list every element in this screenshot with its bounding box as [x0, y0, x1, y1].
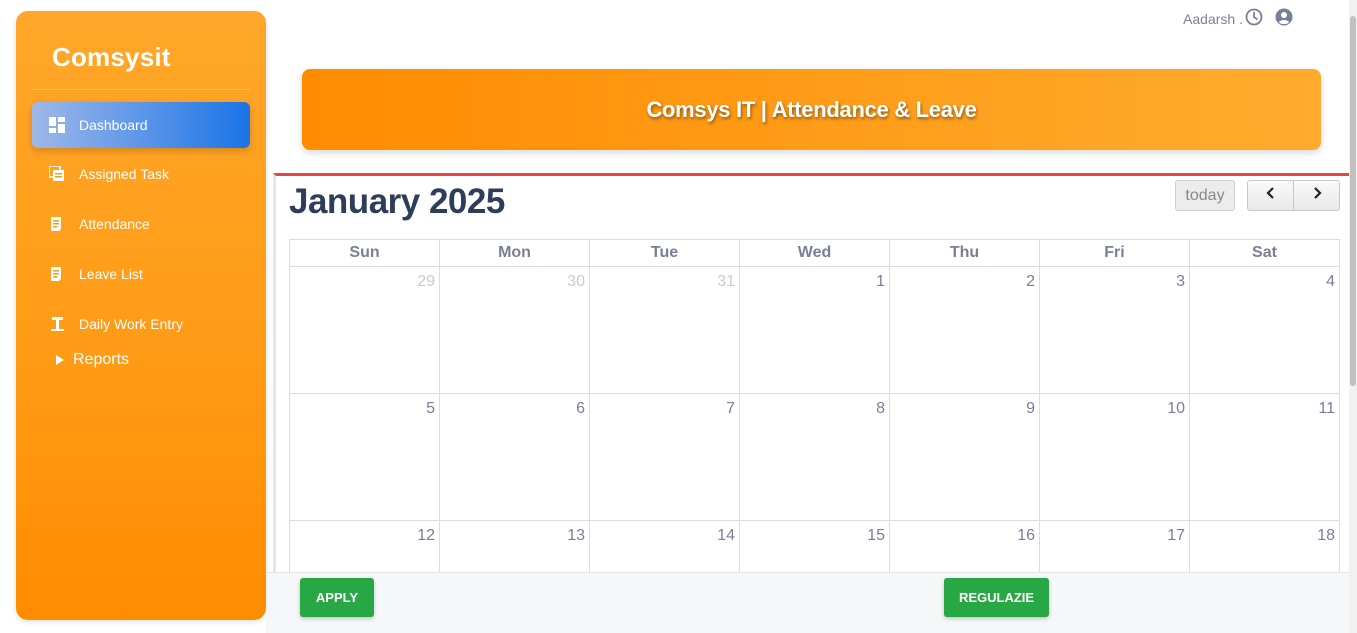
page-scrollbar[interactable] — [1349, 0, 1357, 633]
calendar-day-cell[interactable]: 30 — [439, 266, 590, 394]
sidebar-item-assigned-task[interactable]: Assigned Task — [32, 151, 250, 197]
calendar-day-cell[interactable]: 2 — [889, 266, 1040, 394]
calendar-day-cell[interactable]: 8 — [739, 393, 890, 521]
sidebar-item-attendance[interactable]: Attendance — [32, 201, 250, 247]
weekday-header: Mon — [439, 239, 590, 267]
calendar-day-cell[interactable]: 9 — [889, 393, 1040, 521]
calendar-nav — [1247, 180, 1340, 211]
sidebar-item-label: Daily Work Entry — [79, 316, 183, 332]
chevron-right-icon — [1311, 186, 1323, 205]
sidebar-item-label: Leave List — [79, 266, 143, 282]
page-banner: Comsys IT | Attendance & Leave — [302, 69, 1321, 150]
weekday-header-row: Sun Mon Tue Wed Thu Fri Sat — [289, 239, 1340, 267]
weekday-header: Tue — [589, 239, 740, 267]
calendar-week-row: 5 6 7 8 9 10 11 — [289, 393, 1340, 521]
user-circle-icon[interactable] — [1275, 8, 1293, 29]
receipt-icon — [49, 266, 65, 282]
user-bar: Aadarsh . — [1183, 8, 1293, 29]
brand-divider — [32, 89, 250, 90]
dashboard-icon — [49, 117, 65, 133]
tasks-icon — [49, 166, 65, 182]
weekday-header: Thu — [889, 239, 1040, 267]
calendar-day-cell[interactable]: 11 — [1189, 393, 1340, 521]
calendar-day-cell[interactable]: 1 — [739, 266, 890, 394]
weekday-header: Sat — [1189, 239, 1340, 267]
calendar-day-cell[interactable]: 4 — [1189, 266, 1340, 394]
chevron-left-icon — [1265, 186, 1277, 205]
weekday-header: Sun — [289, 239, 440, 267]
sidebar-item-leave-list[interactable]: Leave List — [32, 251, 250, 297]
sidebar-item-dashboard[interactable]: Dashboard — [32, 102, 250, 148]
calendar-day-cell[interactable]: 6 — [439, 393, 590, 521]
scrollbar-thumb[interactable] — [1350, 16, 1356, 386]
banner-title: Comsys IT | Attendance & Leave — [646, 96, 977, 122]
prev-month-button[interactable] — [1247, 180, 1294, 211]
weekday-header: Wed — [739, 239, 890, 267]
sidebar-item-daily-work-entry[interactable]: Daily Work Entry — [32, 301, 250, 347]
calendar-day-cell[interactable]: 3 — [1039, 266, 1190, 394]
calendar-day-cell[interactable]: 7 — [589, 393, 740, 521]
clock-icon[interactable] — [1245, 8, 1263, 29]
sidebar: Comsysit Dashboard Assigned Task Attenda… — [16, 11, 266, 620]
calendar-day-cell[interactable]: 10 — [1039, 393, 1190, 521]
receipt-icon — [49, 216, 65, 232]
work-entry-icon — [49, 316, 65, 332]
sidebar-item-label: Attendance — [79, 216, 150, 232]
apply-button[interactable]: APPLY — [300, 578, 374, 617]
next-month-button[interactable] — [1294, 180, 1340, 211]
calendar-day-cell[interactable]: 31 — [589, 266, 740, 394]
sidebar-item-label: Dashboard — [79, 117, 148, 133]
sidebar-item-label: Assigned Task — [79, 166, 170, 182]
reports-label: Reports — [73, 351, 130, 368]
caret-right-icon — [56, 355, 64, 365]
calendar-day-cell[interactable]: 29 — [289, 266, 440, 394]
calendar-month-title: January 2025 — [289, 182, 505, 221]
regulazie-button[interactable]: REGULAZIE — [944, 578, 1049, 617]
action-footer: APPLY REGULAZIE — [266, 572, 1350, 633]
calendar: January 2025 today Sun Mon Tue Wed Thu F… — [273, 173, 1350, 633]
calendar-day-cell[interactable]: 5 — [289, 393, 440, 521]
sidebar-item-reports[interactable]: Reports — [56, 351, 129, 369]
weekday-header: Fri — [1039, 239, 1190, 267]
user-name: Aadarsh . — [1183, 10, 1243, 27]
brand-title: Comsysit — [52, 42, 171, 72]
today-button[interactable]: today — [1175, 180, 1235, 211]
calendar-week-row: 29 30 31 1 2 3 4 — [289, 266, 1340, 394]
